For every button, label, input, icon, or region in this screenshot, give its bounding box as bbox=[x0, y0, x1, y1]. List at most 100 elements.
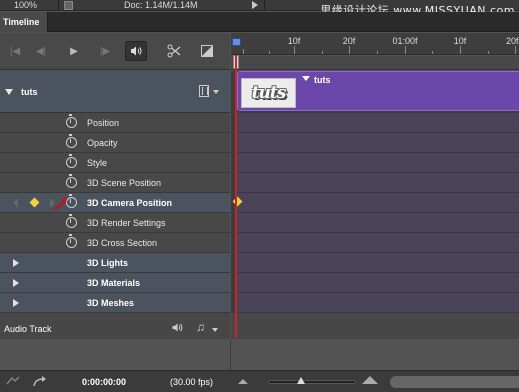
time-ruler[interactable]: 10f 20f 01:00f 10f 20f bbox=[231, 33, 519, 55]
chevron-down-icon[interactable] bbox=[213, 90, 219, 94]
property-track[interactable] bbox=[237, 273, 519, 293]
ruler-label: 10f bbox=[453, 36, 467, 46]
property-track[interactable] bbox=[237, 213, 519, 233]
stopwatch-icon[interactable] bbox=[66, 134, 77, 148]
speaker-icon[interactable] bbox=[172, 323, 183, 335]
property-track[interactable] bbox=[237, 133, 519, 153]
ruler-tick bbox=[432, 51, 433, 54]
ruler-tick bbox=[488, 51, 489, 54]
property-track[interactable] bbox=[237, 253, 519, 273]
ruler-tick bbox=[377, 51, 378, 54]
split-at-playhead-icon[interactable] bbox=[163, 41, 185, 61]
property-label: 3D Scene Position bbox=[87, 178, 162, 188]
chevron-down-icon[interactable] bbox=[212, 328, 218, 332]
ruler-tick bbox=[460, 46, 461, 54]
property-row-3d-cross-section[interactable]: 3D Cross Section bbox=[0, 233, 230, 253]
horizontal-scrollbar[interactable] bbox=[390, 376, 519, 388]
ruler-tick bbox=[243, 49, 244, 54]
property-row-3d-camera-position[interactable]: 3D Camera Position bbox=[0, 193, 230, 213]
timeline-toolbar: |◀ ◀| ▶ |▶ bbox=[0, 33, 230, 70]
film-strip-icon[interactable] bbox=[199, 85, 209, 97]
property-row-opacity[interactable]: Opacity bbox=[0, 133, 230, 153]
ruler-tick bbox=[294, 46, 295, 54]
document-icon[interactable] bbox=[64, 1, 73, 10]
group-label: 3D Meshes bbox=[87, 298, 135, 308]
previous-frame-icon[interactable]: ◀| bbox=[30, 41, 52, 61]
stopwatch-icon[interactable] bbox=[66, 174, 77, 188]
status-menu-arrow-icon[interactable] bbox=[252, 1, 258, 9]
property-track[interactable] bbox=[237, 113, 519, 133]
add-keyframe-icon[interactable] bbox=[29, 197, 40, 208]
audio-icon[interactable] bbox=[125, 41, 147, 61]
expand-triangle-icon[interactable] bbox=[13, 259, 19, 267]
playhead-line[interactable] bbox=[235, 55, 237, 338]
property-track[interactable] bbox=[237, 293, 519, 313]
next-frame-icon[interactable]: |▶ bbox=[94, 41, 116, 61]
playhead-handle[interactable] bbox=[232, 38, 241, 46]
track-area[interactable]: tuts tuts bbox=[231, 71, 519, 345]
layer-name: tuts bbox=[21, 87, 38, 97]
group-row-3d-lights[interactable]: 3D Lights bbox=[0, 253, 230, 273]
ruler-label: 20f bbox=[342, 36, 356, 46]
ruler-label: 10f bbox=[287, 36, 301, 46]
property-label: Opacity bbox=[87, 138, 118, 148]
divider bbox=[230, 339, 231, 370]
current-time[interactable]: 0:00:00:00 bbox=[82, 377, 126, 387]
go-to-first-frame-icon[interactable]: |◀ bbox=[4, 41, 26, 61]
collapse-triangle-icon[interactable] bbox=[5, 89, 13, 95]
property-label: Style bbox=[87, 158, 108, 168]
group-label: 3D Materials bbox=[87, 278, 141, 288]
zoom-out-icon[interactable] bbox=[238, 379, 248, 384]
render-video-icon[interactable] bbox=[6, 376, 20, 389]
frame-rate: (30.00 fps) bbox=[170, 377, 214, 387]
thumbnail-text: tuts bbox=[251, 83, 287, 103]
property-label: 3D Camera Position bbox=[87, 198, 173, 208]
stopwatch-icon[interactable] bbox=[66, 234, 77, 248]
convert-frame-animation-icon[interactable] bbox=[33, 375, 47, 390]
property-track[interactable] bbox=[237, 173, 519, 193]
expand-triangle-icon[interactable] bbox=[13, 299, 19, 307]
separator bbox=[58, 0, 59, 11]
property-label: Position bbox=[87, 118, 120, 128]
property-track[interactable] bbox=[237, 193, 519, 213]
zoom-level[interactable]: 100% bbox=[14, 0, 37, 11]
music-note-icon[interactable]: ♫ bbox=[196, 320, 205, 334]
ruler-tick bbox=[349, 46, 350, 54]
play-icon[interactable]: ▶ bbox=[63, 41, 85, 61]
layer-list: tuts Position Opacity Style 3D Scene Pos… bbox=[0, 71, 230, 345]
ruler-label: 20f bbox=[506, 36, 519, 46]
property-track[interactable] bbox=[237, 153, 519, 173]
expand-triangle-icon[interactable] bbox=[13, 279, 19, 287]
slider-knob[interactable] bbox=[297, 377, 306, 384]
tab-timeline[interactable]: Timeline bbox=[0, 12, 48, 32]
audio-track-label: Audio Track bbox=[4, 324, 52, 334]
property-row-style[interactable]: Style bbox=[0, 153, 230, 173]
clip-name: tuts bbox=[314, 75, 331, 85]
group-row-3d-meshes[interactable]: 3D Meshes bbox=[0, 293, 230, 313]
clip-menu-triangle-icon[interactable] bbox=[302, 76, 310, 81]
zoom-in-icon[interactable] bbox=[362, 376, 378, 384]
group-row-3d-materials[interactable]: 3D Materials bbox=[0, 273, 230, 293]
ruler-tick bbox=[269, 51, 270, 54]
layer-row-tuts[interactable]: tuts bbox=[0, 71, 230, 113]
property-track[interactable] bbox=[237, 233, 519, 253]
property-row-3d-scene-position[interactable]: 3D Scene Position bbox=[0, 173, 230, 193]
timeline-zoom-slider[interactable] bbox=[268, 380, 356, 384]
property-row-position[interactable]: Position bbox=[0, 113, 230, 133]
ruler-label: 01:00f bbox=[392, 36, 418, 46]
clip-thumbnail: tuts bbox=[241, 78, 296, 108]
stopwatch-icon[interactable] bbox=[66, 154, 77, 168]
group-label: 3D Lights bbox=[87, 258, 129, 268]
panel-header: Timeline bbox=[0, 12, 519, 32]
stopwatch-icon[interactable] bbox=[66, 214, 77, 228]
property-row-3d-render-settings[interactable]: 3D Render Settings bbox=[0, 213, 230, 233]
stopwatch-icon[interactable] bbox=[66, 114, 77, 128]
ruler-tick bbox=[515, 46, 516, 54]
separator bbox=[264, 0, 265, 11]
transition-icon[interactable] bbox=[196, 41, 218, 61]
work-area-bar[interactable] bbox=[231, 56, 519, 70]
empty-area bbox=[0, 339, 519, 370]
video-clip-tuts[interactable]: tuts tuts bbox=[237, 71, 519, 111]
timeline-footer: 0:00:00:00 (30.00 fps) bbox=[0, 370, 519, 392]
previous-keyframe-icon[interactable] bbox=[13, 198, 18, 208]
